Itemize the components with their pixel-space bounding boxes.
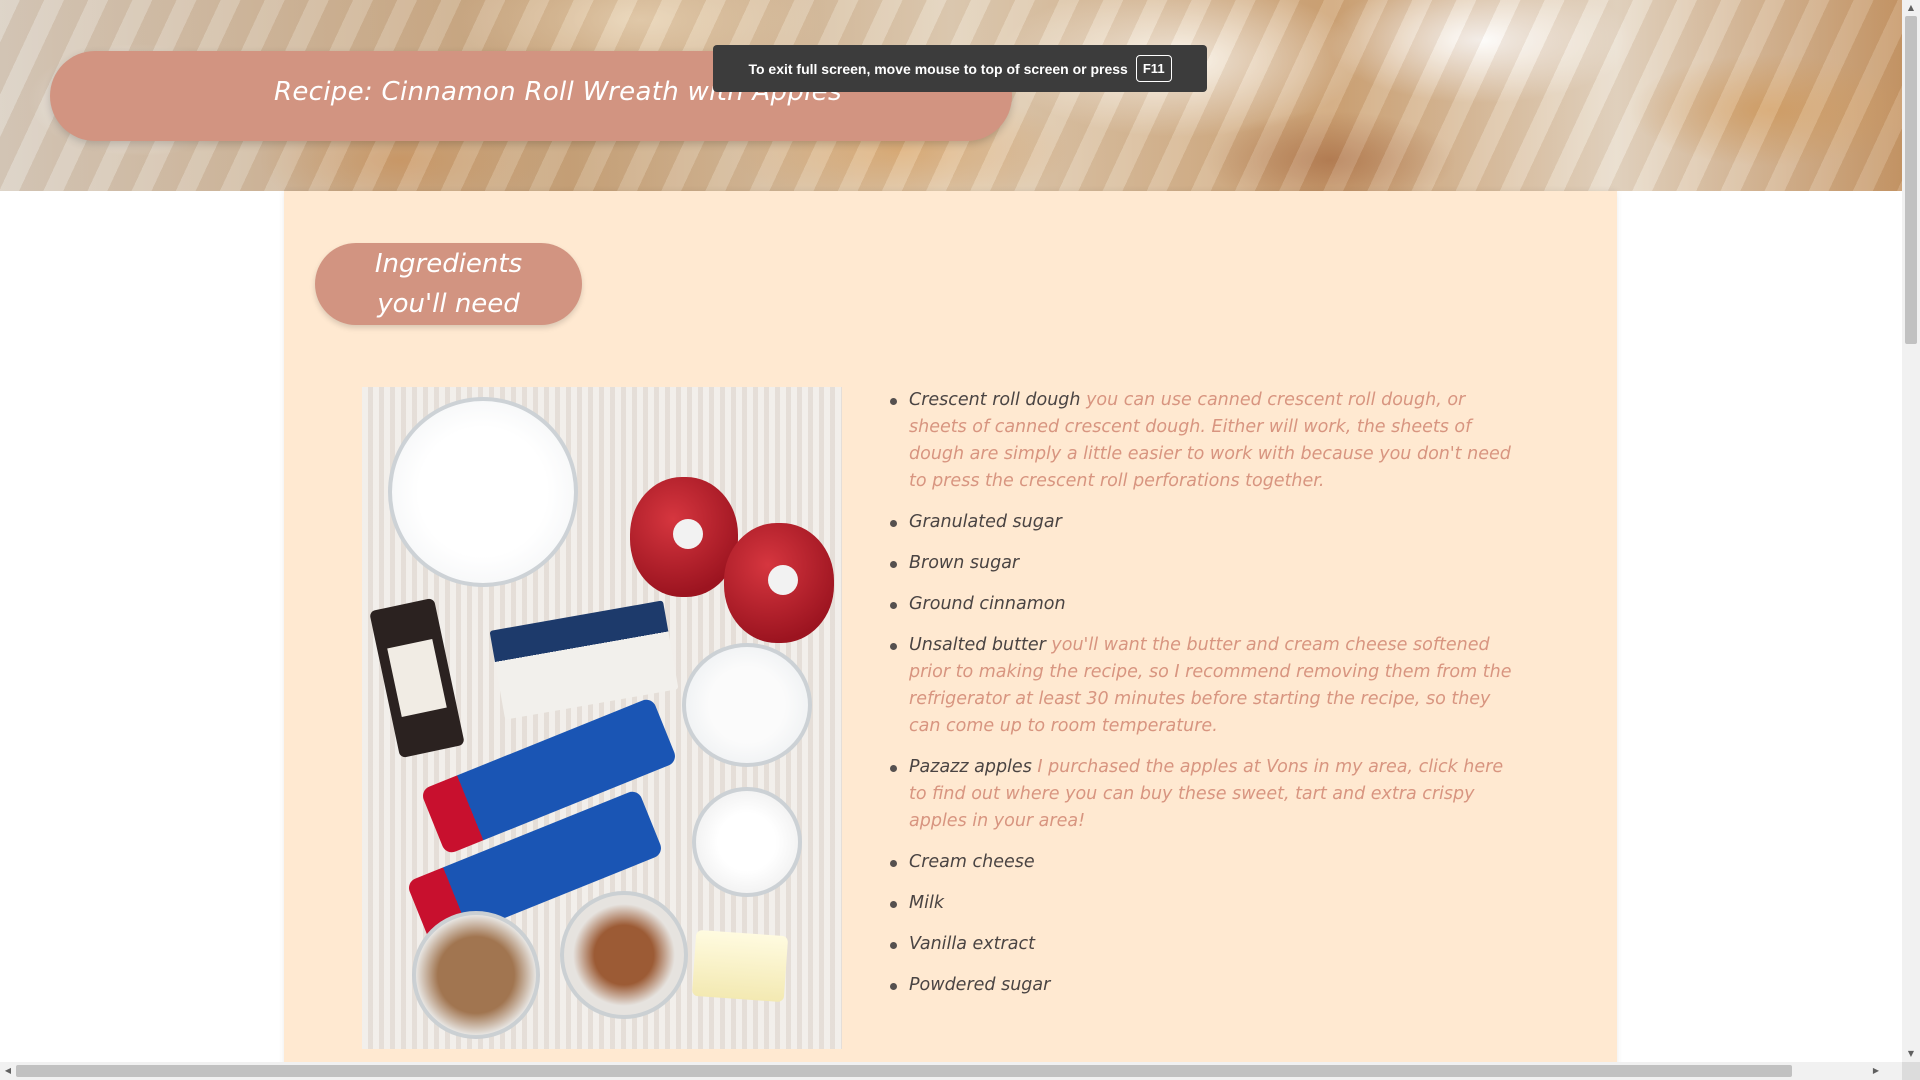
apple-image — [630, 477, 738, 597]
vanilla-bottle-image — [369, 597, 465, 759]
list-item[interactable]: Pazazz apples I purchased the apples at … — [890, 754, 1524, 835]
scroll-up-icon[interactable]: ▲ — [1902, 0, 1920, 16]
list-item: Milk — [890, 890, 1524, 917]
cinnamon-bowl — [560, 891, 688, 1019]
ingredient-name: Unsalted butter — [909, 635, 1046, 655]
ingredient-name: Ground cinnamon — [909, 594, 1066, 614]
milk-bowl — [682, 643, 812, 767]
ingredient-name: Cream cheese — [909, 852, 1035, 872]
apple-image — [724, 523, 834, 643]
scroll-left-icon[interactable]: ◀ — [0, 1062, 16, 1080]
scrollbar-corner — [1902, 1062, 1920, 1080]
list-item: Vanilla extract — [890, 931, 1524, 958]
fullscreen-exit-notice: To exit full screen, move mouse to top o… — [713, 45, 1207, 92]
scroll-right-icon[interactable]: ▶ — [1868, 1062, 1884, 1080]
list-item: Cream cheese — [890, 849, 1524, 876]
ingredients-list: Crescent roll dough you can use canned c… — [890, 387, 1524, 1013]
ingredients-photo — [362, 387, 842, 1049]
list-item: Granulated sugar — [890, 509, 1524, 536]
ingredient-name: Powdered sugar — [909, 975, 1051, 995]
ingredient-name: Milk — [909, 893, 944, 913]
ingredient-name: Brown sugar — [909, 553, 1020, 573]
vertical-scrollbar[interactable]: ▲ ▼ — [1902, 0, 1920, 1062]
recipe-content-card: Ingredients you'll need Crescent roll do… — [284, 191, 1617, 1080]
list-item: Unsalted butter you'll want the butter a… — [890, 632, 1524, 740]
f11-key-badge: F11 — [1135, 55, 1172, 82]
list-item: Powdered sugar — [890, 972, 1524, 999]
brown-sugar-bowl — [412, 911, 540, 1039]
scroll-down-icon[interactable]: ▼ — [1902, 1046, 1920, 1062]
granulated-sugar-bowl — [692, 787, 802, 897]
vertical-scroll-thumb[interactable] — [1905, 16, 1917, 344]
horizontal-scroll-thumb[interactable] — [16, 1065, 1792, 1077]
horizontal-scrollbar[interactable]: ◀ ▶ — [0, 1062, 1902, 1080]
ingredient-name: Vanilla extract — [909, 934, 1035, 954]
butter-stick-image — [691, 929, 789, 1003]
ingredients-heading: Ingredients you'll need — [374, 249, 523, 319]
powdered-sugar-bowl — [388, 397, 578, 587]
ingredient-name: Granulated sugar — [909, 512, 1062, 532]
ingredient-name: Pazazz apples — [909, 757, 1032, 777]
ingredients-heading-pill: Ingredients you'll need — [315, 243, 582, 325]
list-item: Crescent roll dough you can use canned c… — [890, 387, 1524, 495]
fullscreen-notice-text: To exit full screen, move mouse to top o… — [748, 60, 1128, 77]
list-item: Brown sugar — [890, 550, 1524, 577]
list-item: Ground cinnamon — [890, 591, 1524, 618]
ingredient-name: Crescent roll dough — [909, 390, 1081, 410]
